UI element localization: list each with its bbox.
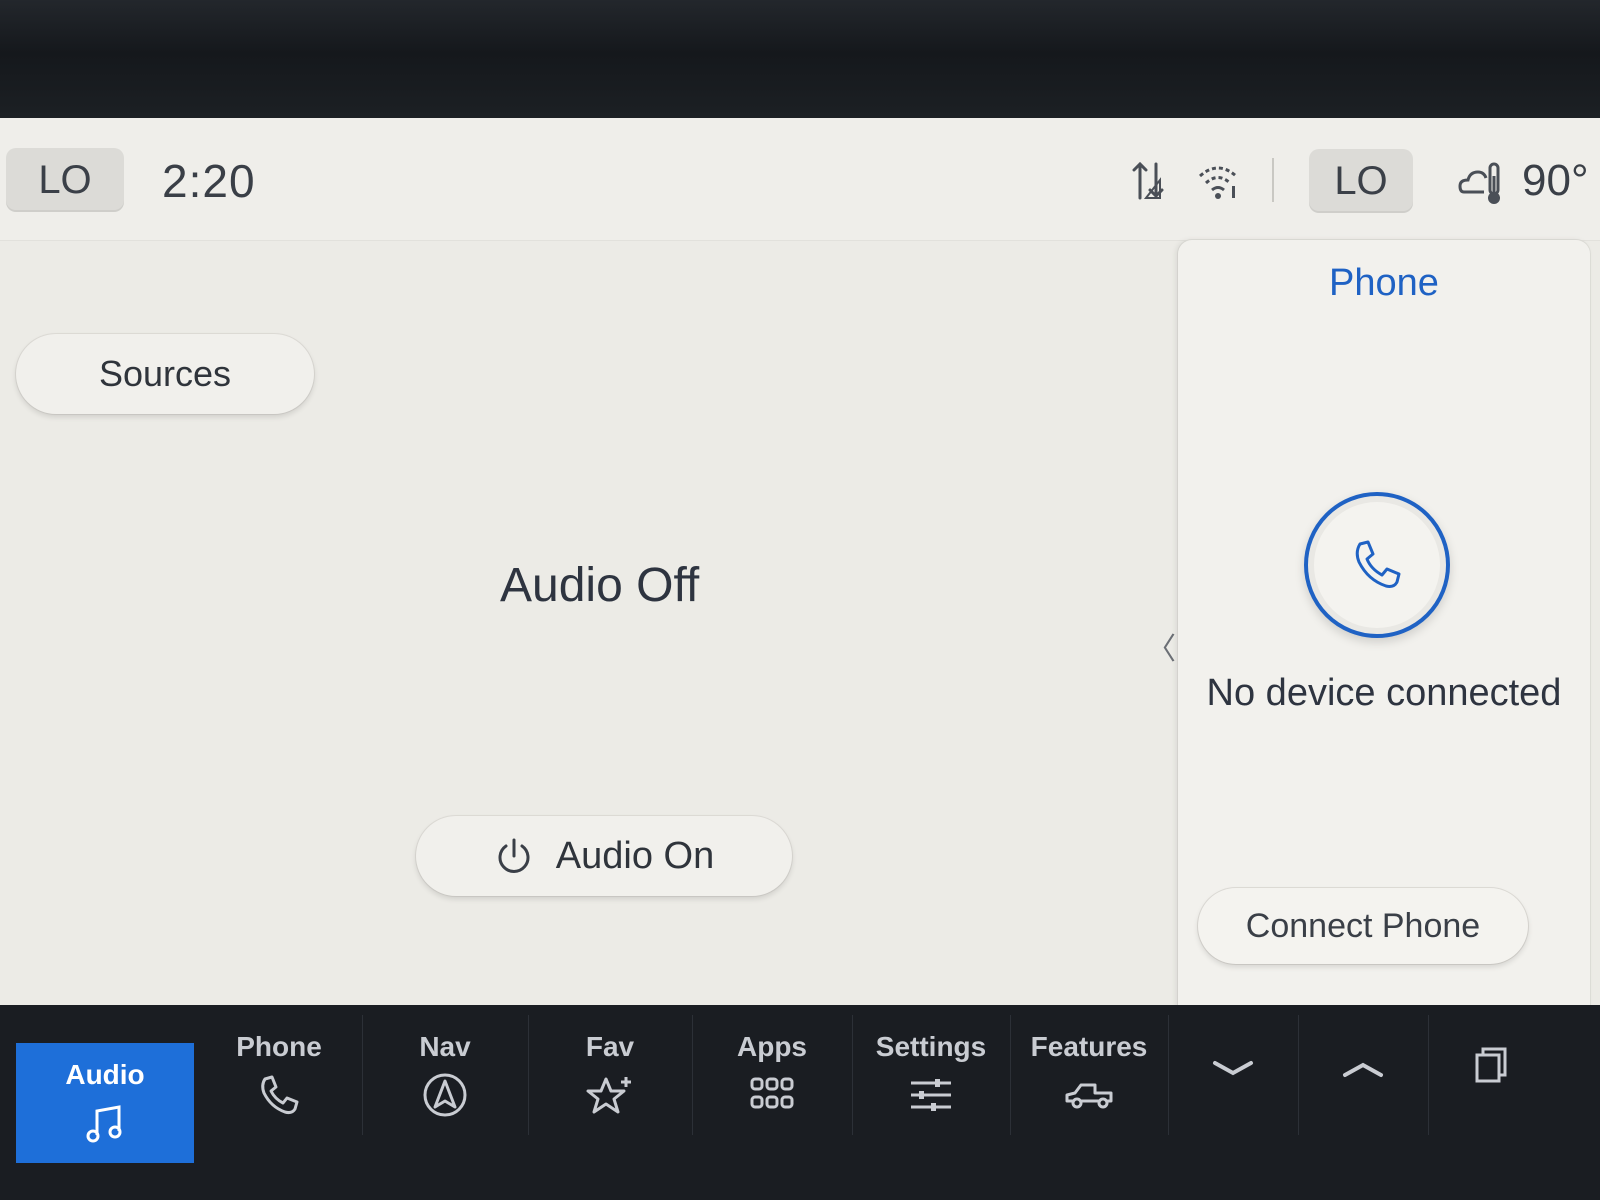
status-divider — [1272, 158, 1274, 202]
nav-tab-audio[interactable]: Audio — [16, 1043, 194, 1163]
data-transfer-icon — [1132, 161, 1164, 200]
sliders-icon — [911, 1079, 951, 1111]
phone-panel-title[interactable]: Phone — [1178, 262, 1590, 305]
passenger-climate-button[interactable]: LO — [1309, 149, 1413, 213]
nav-tab-features-label: Features — [1030, 1031, 1148, 1062]
audio-status-text: Audio Off — [500, 559, 700, 612]
phone-handset-icon — [1355, 540, 1401, 588]
nav-tab-audio-label: Audio — [65, 1059, 145, 1090]
apps-grid-icon — [750, 1077, 794, 1109]
connect-phone-button[interactable]: Connect Phone — [1198, 888, 1528, 964]
audio-on-label: Audio On — [555, 834, 715, 877]
clock: 2:20 — [162, 155, 256, 207]
phone-call-button[interactable] — [1304, 492, 1450, 638]
bottom-nav-bar: Audio Phone Nav Fav Apps Settings Featur… — [0, 1005, 1600, 1200]
panel-collapse-arrow-icon[interactable]: 〈 — [1146, 624, 1176, 668]
sources-button[interactable]: Sources — [16, 334, 314, 414]
nav-tab-nav[interactable]: Nav — [362, 1015, 529, 1135]
nav-tab-apps[interactable]: Apps — [692, 1015, 853, 1135]
weather-thermometer-icon — [1458, 162, 1500, 204]
audio-on-button[interactable]: Audio On — [416, 816, 792, 896]
wifi-icon — [1199, 166, 1237, 199]
chevron-down-button[interactable] — [1168, 1015, 1299, 1135]
windows-button[interactable] — [1428, 1015, 1558, 1135]
nav-tab-settings-label: Settings — [875, 1031, 987, 1062]
stacked-windows-icon — [1475, 1047, 1507, 1083]
outside-temperature: 90° — [1522, 156, 1589, 205]
phone-icon — [261, 1075, 299, 1115]
nav-tab-fav[interactable]: Fav — [528, 1015, 693, 1135]
phone-panel: Phone No device connected Connect Phone — [1178, 240, 1590, 1110]
nav-tab-apps-label: Apps — [737, 1031, 807, 1062]
nav-tab-features[interactable]: Features — [1010, 1015, 1169, 1135]
navigation-arrow-icon — [423, 1073, 467, 1117]
nav-tab-settings[interactable]: Settings — [852, 1015, 1011, 1135]
star-plus-icon — [586, 1077, 631, 1114]
nav-tab-phone-label: Phone — [236, 1031, 322, 1062]
chevron-down-icon — [1213, 1061, 1253, 1076]
nav-tab-nav-label: Nav — [419, 1031, 471, 1062]
chevron-up-icon — [1343, 1062, 1383, 1077]
chevron-up-button[interactable] — [1298, 1015, 1429, 1135]
phone-status-text: No device connected — [1206, 672, 1562, 714]
truck-icon — [1065, 1083, 1113, 1109]
music-note-icon — [86, 1105, 122, 1143]
nav-tab-fav-label: Fav — [585, 1031, 635, 1062]
status-bar: LO 2:20 LO 90° — [0, 118, 1600, 241]
power-icon — [498, 838, 530, 873]
driver-climate-button[interactable]: LO — [6, 148, 124, 212]
nav-tab-phone[interactable]: Phone — [196, 1015, 363, 1135]
screen-bezel — [0, 0, 1600, 118]
